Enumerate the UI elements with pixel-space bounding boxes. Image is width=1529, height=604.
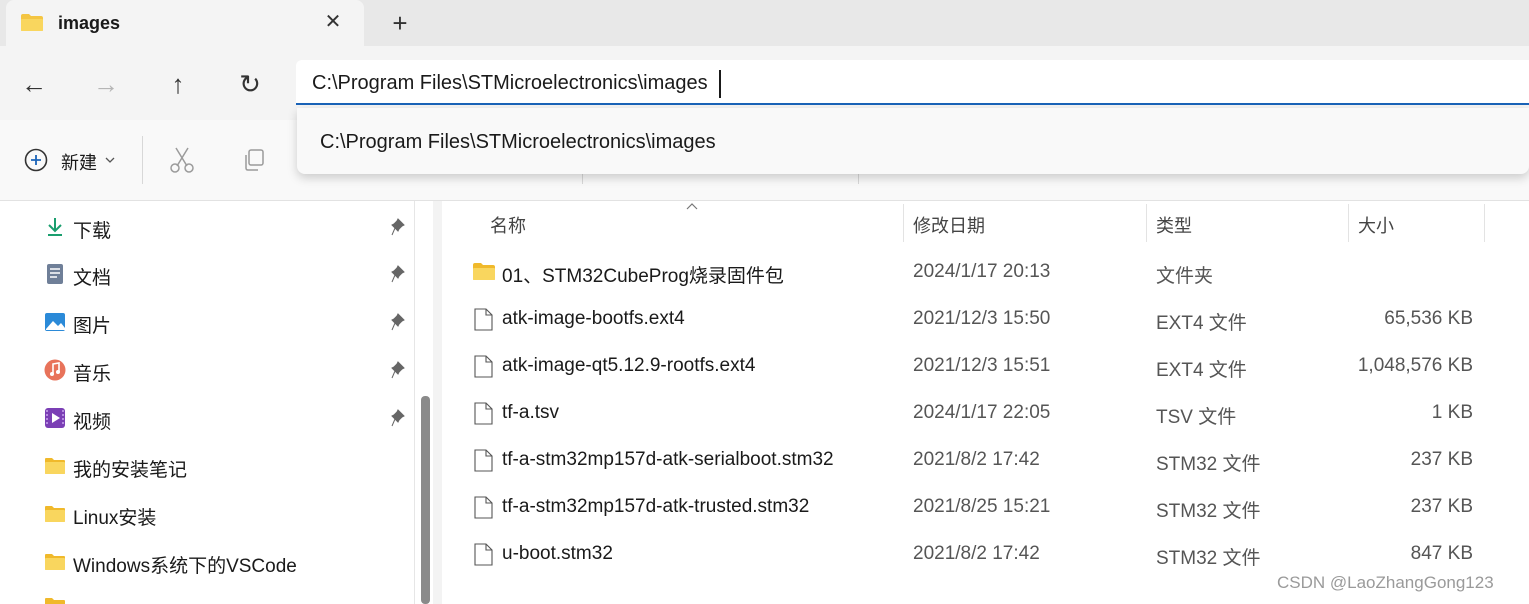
- document-icon: [47, 264, 63, 284]
- sidebar-item-downloads[interactable]: 下载: [44, 208, 424, 248]
- file-type: 文件夹: [1156, 266, 1214, 287]
- column-header-name[interactable]: 名称: [490, 212, 526, 238]
- file-name[interactable]: tf-a-stm32mp157d-atk-trusted.stm32: [502, 496, 809, 518]
- column-divider[interactable]: [1484, 204, 1485, 242]
- sort-ascending-icon: [686, 203, 698, 210]
- sidebar-item-documents[interactable]: 文档: [44, 255, 424, 295]
- address-suggestion-item[interactable]: C:\Program Files\STMicroelectronics\imag…: [320, 131, 716, 154]
- sidebar-item-label: 视频: [73, 412, 112, 433]
- text-caret: [719, 70, 721, 98]
- sidebar-item-label: 我的安装笔记: [73, 460, 188, 481]
- toolbar-divider: [582, 174, 583, 184]
- column-divider[interactable]: [903, 204, 904, 242]
- file-date: 2021/12/3 15:51: [913, 355, 1051, 376]
- up-button[interactable]: ↑: [158, 64, 198, 104]
- file-date: 2021/8/25 15:21: [913, 496, 1051, 517]
- download-icon: [48, 218, 62, 236]
- file-type: TSV 文件: [1156, 407, 1237, 428]
- file-name[interactable]: u-boot.stm32: [502, 543, 613, 565]
- file-name[interactable]: tf-a-stm32mp157d-atk-serialboot.stm32: [502, 449, 834, 471]
- pin-icon[interactable]: [390, 217, 410, 237]
- pin-icon[interactable]: [390, 264, 410, 284]
- new-button[interactable]: 新建: [61, 149, 97, 175]
- file-size: 1 KB: [1431, 402, 1473, 423]
- file-size: 65,536 KB: [1384, 308, 1473, 329]
- folder-icon: [473, 263, 495, 280]
- column-divider[interactable]: [1146, 204, 1147, 242]
- sidebar-item-linux-install[interactable]: Linux安装: [44, 495, 424, 535]
- pictures-icon: [45, 313, 65, 331]
- file-type: EXT4 文件: [1156, 360, 1247, 381]
- sidebar-item-label: 下载: [73, 221, 112, 242]
- music-icon: [44, 359, 66, 381]
- file-date: 2021/8/2 17:42: [913, 543, 1040, 564]
- sidebar-item-label: Windows系统下的VSCode: [73, 556, 297, 577]
- folder-icon: [45, 458, 65, 474]
- folder-icon: [45, 554, 65, 570]
- sidebar-item-label: 图片: [73, 316, 112, 337]
- folder-icon: [21, 14, 43, 31]
- pane-splitter[interactable]: [433, 201, 442, 604]
- tab-title: images: [58, 13, 121, 33]
- folder-icon: [45, 598, 65, 604]
- file-icon: [474, 543, 493, 566]
- file-size: 847 KB: [1410, 543, 1473, 564]
- file-icon: [474, 496, 493, 519]
- file-type: STM32 文件: [1156, 501, 1261, 522]
- cut-icon[interactable]: [169, 146, 195, 174]
- back-button[interactable]: ←: [14, 64, 54, 104]
- copy-icon[interactable]: [242, 148, 266, 172]
- file-icon: [474, 402, 493, 425]
- pin-icon[interactable]: [390, 408, 410, 428]
- file-icon: [474, 355, 493, 378]
- sidebar-item-videos[interactable]: 视频: [44, 399, 424, 439]
- chevron-down-icon[interactable]: [104, 154, 116, 166]
- close-icon[interactable]: ✕: [320, 9, 346, 35]
- pin-icon[interactable]: [390, 360, 410, 380]
- file-size: 1,048,576 KB: [1357, 355, 1473, 376]
- sidebar-item-pictures[interactable]: 图片: [44, 303, 424, 343]
- sidebar-item-install-notes[interactable]: 我的安装笔记: [44, 447, 424, 487]
- file-size: 237 KB: [1410, 449, 1473, 470]
- folder-icon: [45, 506, 65, 522]
- sidebar-item-label: 音乐: [73, 364, 112, 385]
- file-type: STM32 文件: [1156, 454, 1261, 475]
- toolbar-divider: [858, 174, 859, 184]
- video-icon: [45, 408, 65, 428]
- sidebar-item-label: 文档: [73, 268, 112, 289]
- file-name[interactable]: 01、STM32CubeProg烧录固件包: [502, 261, 784, 288]
- sidebar-scrollbar-thumb[interactable]: [421, 396, 430, 604]
- forward-button[interactable]: →: [86, 64, 126, 104]
- file-icon: [474, 308, 493, 331]
- file-name[interactable]: atk-image-qt5.12.9-rootfs.ext4: [502, 355, 755, 377]
- file-date: 2021/8/2 17:42: [913, 449, 1040, 470]
- file-date: 2024/1/17 20:13: [913, 261, 1051, 282]
- column-divider[interactable]: [1348, 204, 1349, 242]
- sidebar-item-music[interactable]: 音乐: [44, 351, 424, 391]
- pin-icon[interactable]: [390, 312, 410, 332]
- file-type: STM32 文件: [1156, 548, 1261, 569]
- file-type: EXT4 文件: [1156, 313, 1247, 334]
- sidebar-item-label: Linux安装: [73, 508, 157, 529]
- column-header-date[interactable]: 修改日期: [913, 212, 985, 238]
- refresh-button[interactable]: ↻: [230, 64, 270, 104]
- file-date: 2024/1/17 22:05: [913, 402, 1051, 423]
- add-circle-icon[interactable]: [24, 148, 48, 172]
- watermark: CSDN @LaoZhangGong123: [1277, 573, 1494, 592]
- toolbar-divider: [142, 136, 143, 184]
- file-icon: [474, 449, 493, 472]
- column-header-size[interactable]: 大小: [1358, 212, 1394, 238]
- file-name[interactable]: tf-a.tsv: [502, 402, 559, 424]
- new-tab-button[interactable]: +: [386, 9, 414, 37]
- column-header-type[interactable]: 类型: [1156, 212, 1192, 238]
- sidebar-item-windows-vscode[interactable]: Windows系统下的VSCode: [44, 543, 424, 583]
- file-date: 2021/12/3 15:50: [913, 308, 1051, 329]
- file-name[interactable]: atk-image-bootfs.ext4: [502, 308, 685, 330]
- address-input[interactable]: C:\Program Files\STMicroelectronics\imag…: [312, 72, 708, 95]
- file-size: 237 KB: [1410, 496, 1473, 517]
